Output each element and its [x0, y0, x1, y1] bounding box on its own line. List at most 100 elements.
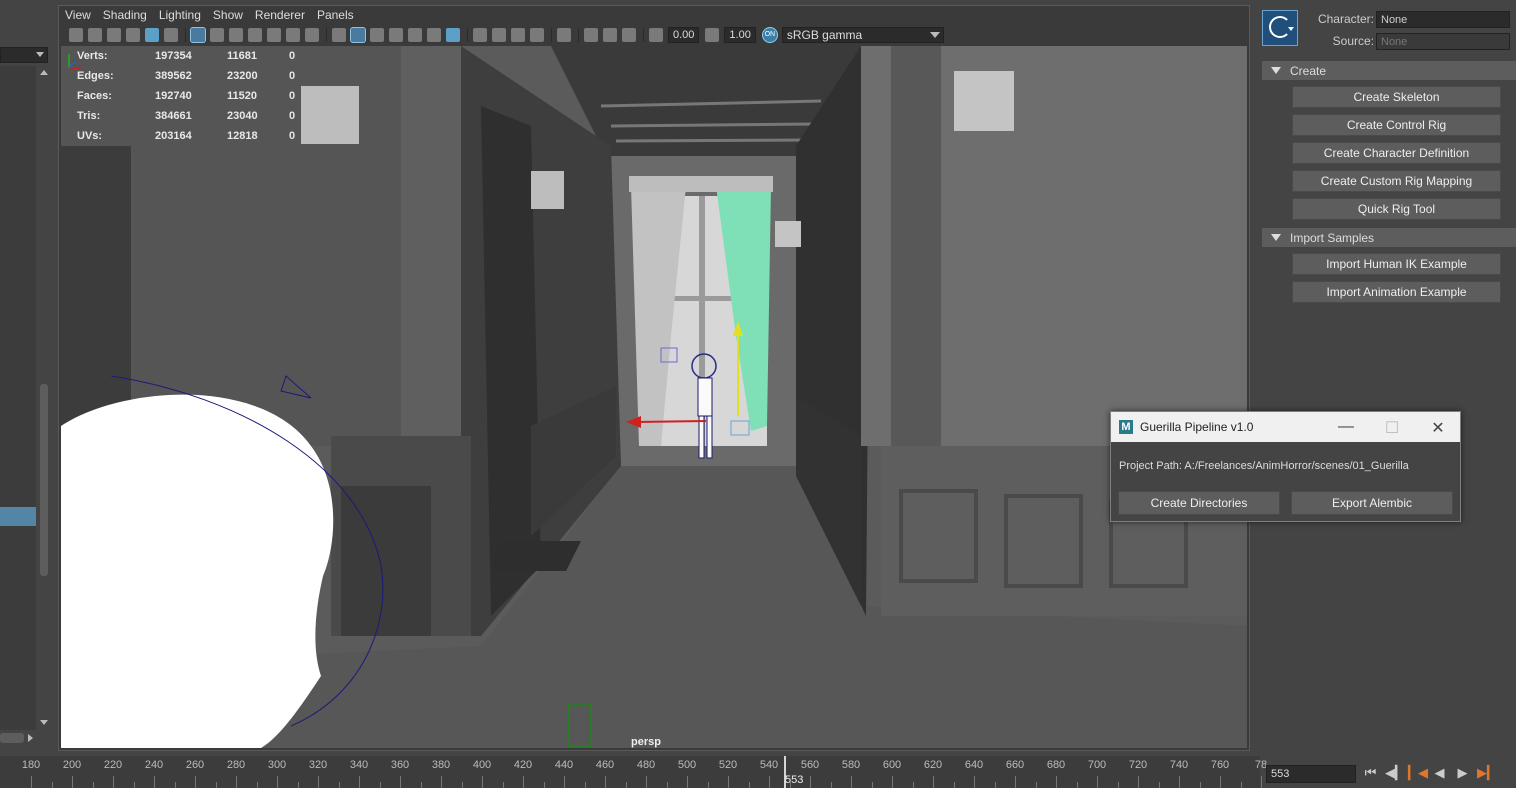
3d-scene-view[interactable]: Verts: 197354 11681 0 Edges: 389562 23200 0 Face…: [61, 46, 1247, 748]
hud-selected: 11520: [227, 90, 257, 102]
timeline-tick-label: 360: [390, 759, 410, 771]
step-back-key-icon[interactable]: ◀▎: [1385, 764, 1405, 781]
hud-selected: 23200: [227, 70, 258, 82]
wireframe-icon[interactable]: [332, 28, 346, 42]
timeline-major-tick: [523, 776, 524, 788]
create-skeleton-button[interactable]: Create Skeleton: [1292, 86, 1501, 108]
minimize-icon[interactable]: —: [1336, 418, 1356, 436]
selected-list-item[interactable]: [0, 507, 36, 526]
gate-mask-icon[interactable]: [248, 28, 262, 42]
time-slider[interactable]: 553 180 200 220 240 260 280 300 320 340 360 380 400…: [0, 756, 1267, 788]
timeline-minor-tick: [215, 782, 217, 788]
close-icon[interactable]: ✕: [1428, 418, 1448, 438]
timeline-tick-label: 580: [841, 759, 861, 771]
viewport-menubar: View Shading Lighting Show Renderer Panels: [59, 6, 1249, 24]
outliner-list[interactable]: [0, 66, 36, 730]
timeline-tick-label: 340: [349, 759, 369, 771]
gamma-field[interactable]: 1.00: [724, 27, 756, 43]
anti-alias-icon[interactable]: [511, 28, 525, 42]
backface-culling-icon[interactable]: [622, 28, 636, 42]
create-control-rig-button[interactable]: Create Control Rig: [1292, 114, 1501, 136]
textured-icon[interactable]: [408, 28, 422, 42]
safe-action-icon[interactable]: [286, 28, 300, 42]
left-outliner-panel: [0, 0, 54, 752]
timeline-minor-tick: [707, 782, 709, 788]
character-dropdown[interactable]: None: [1376, 11, 1510, 28]
import-animation-example-button[interactable]: Import Animation Example: [1292, 281, 1501, 303]
hud-extra: 0: [289, 90, 296, 102]
left-panel-dropdown[interactable]: [0, 47, 48, 63]
scroll-up-arrow-icon[interactable]: [40, 70, 48, 75]
quick-rig-tool-button[interactable]: Quick Rig Tool: [1292, 198, 1501, 220]
create-character-definition-button[interactable]: Create Character Definition: [1292, 142, 1501, 164]
menu-panels[interactable]: Panels: [317, 6, 362, 24]
chevron-down-icon: [1288, 27, 1294, 31]
lights-icon[interactable]: [427, 28, 441, 42]
exposure-field[interactable]: 0.00: [668, 27, 700, 43]
isolate-select-icon[interactable]: [557, 28, 571, 42]
menu-view[interactable]: View: [65, 6, 99, 24]
hud-total: 384661: [155, 110, 192, 122]
import-samples-section-header[interactable]: Import Samples: [1262, 228, 1516, 247]
play-backwards-icon[interactable]: ◀: [1431, 764, 1448, 781]
wireframe-on-shaded-icon[interactable]: [389, 28, 403, 42]
timeline-tick-label: 400: [472, 759, 492, 771]
depth-of-field-icon[interactable]: [530, 28, 544, 42]
create-custom-rig-mapping-button[interactable]: Create Custom Rig Mapping: [1292, 170, 1501, 192]
grid-icon[interactable]: [190, 27, 206, 43]
xray-joints-icon[interactable]: [603, 28, 617, 42]
screen-space-ao-icon[interactable]: [473, 28, 487, 42]
export-alembic-button[interactable]: Export Alembic: [1291, 491, 1453, 515]
create-section-title: Create: [1290, 64, 1327, 78]
menu-lighting[interactable]: Lighting: [159, 6, 209, 24]
go-to-start-icon[interactable]: ⏮: [1362, 764, 1379, 781]
shadows-icon[interactable]: [446, 28, 460, 42]
menu-show[interactable]: Show: [213, 6, 251, 24]
maximize-icon[interactable]: ☐: [1382, 418, 1402, 438]
xray-icon[interactable]: [584, 28, 598, 42]
menu-shading[interactable]: Shading: [103, 6, 155, 24]
resolution-gate-icon[interactable]: [229, 28, 243, 42]
humanik-logo-icon[interactable]: [1262, 10, 1298, 46]
timeline-tick-label: 220: [103, 759, 123, 771]
vertical-scrollbar[interactable]: [38, 66, 50, 730]
play-forwards-icon[interactable]: ▶: [1454, 764, 1471, 781]
menu-renderer[interactable]: Renderer: [255, 6, 313, 24]
motion-blur-icon[interactable]: [492, 28, 506, 42]
color-management-toggle-icon[interactable]: ON: [761, 27, 778, 43]
timeline-major-tick: [564, 776, 565, 788]
timeline-tick-label: 680: [1046, 759, 1066, 771]
scroll-down-arrow-icon[interactable]: [40, 720, 48, 725]
source-dropdown[interactable]: None: [1376, 33, 1510, 50]
default-material-icon[interactable]: [370, 28, 384, 42]
field-chart-icon[interactable]: [267, 28, 281, 42]
timeline-tick-label: 740: [1169, 759, 1189, 771]
timeline-minor-tick: [748, 782, 750, 788]
horizontal-scroll-thumb[interactable]: [0, 733, 24, 743]
create-directories-button[interactable]: Create Directories: [1118, 491, 1280, 515]
safe-title-icon[interactable]: [305, 28, 319, 42]
timeline-major-tick: [359, 776, 360, 788]
bookmark-icon[interactable]: [107, 28, 121, 42]
grease-pencil-icon[interactable]: [164, 28, 178, 42]
gamma-icon[interactable]: [705, 28, 720, 42]
exposure-icon[interactable]: [649, 28, 663, 42]
colorspace-dropdown[interactable]: sRGB gamma: [781, 27, 944, 43]
maya-app-icon: M: [1119, 420, 1133, 434]
image-plane-icon[interactable]: [126, 28, 140, 42]
step-forward-frame-icon[interactable]: ▶▎: [1477, 764, 1497, 781]
2d-pan-zoom-icon[interactable]: [145, 28, 159, 42]
scroll-right-arrow-icon[interactable]: [28, 734, 33, 742]
film-gate-icon[interactable]: [210, 28, 224, 42]
hud-total: 389562: [155, 70, 192, 82]
import-human-ik-example-button[interactable]: Import Human IK Example: [1292, 253, 1501, 275]
window-titlebar[interactable]: M Guerilla Pipeline v1.0 — ☐ ✕: [1111, 412, 1460, 442]
scroll-thumb[interactable]: [40, 384, 48, 576]
create-section-header[interactable]: Create: [1262, 61, 1516, 80]
smooth-shade-icon[interactable]: [350, 27, 366, 43]
select-camera-icon[interactable]: [69, 28, 83, 42]
current-frame-field[interactable]: 553: [1266, 765, 1356, 783]
step-back-frame-icon[interactable]: ▎◀: [1408, 764, 1428, 781]
camera-attributes-icon[interactable]: [88, 28, 102, 42]
hud-stat-row: Verts: 197354 11681 0: [77, 46, 329, 66]
